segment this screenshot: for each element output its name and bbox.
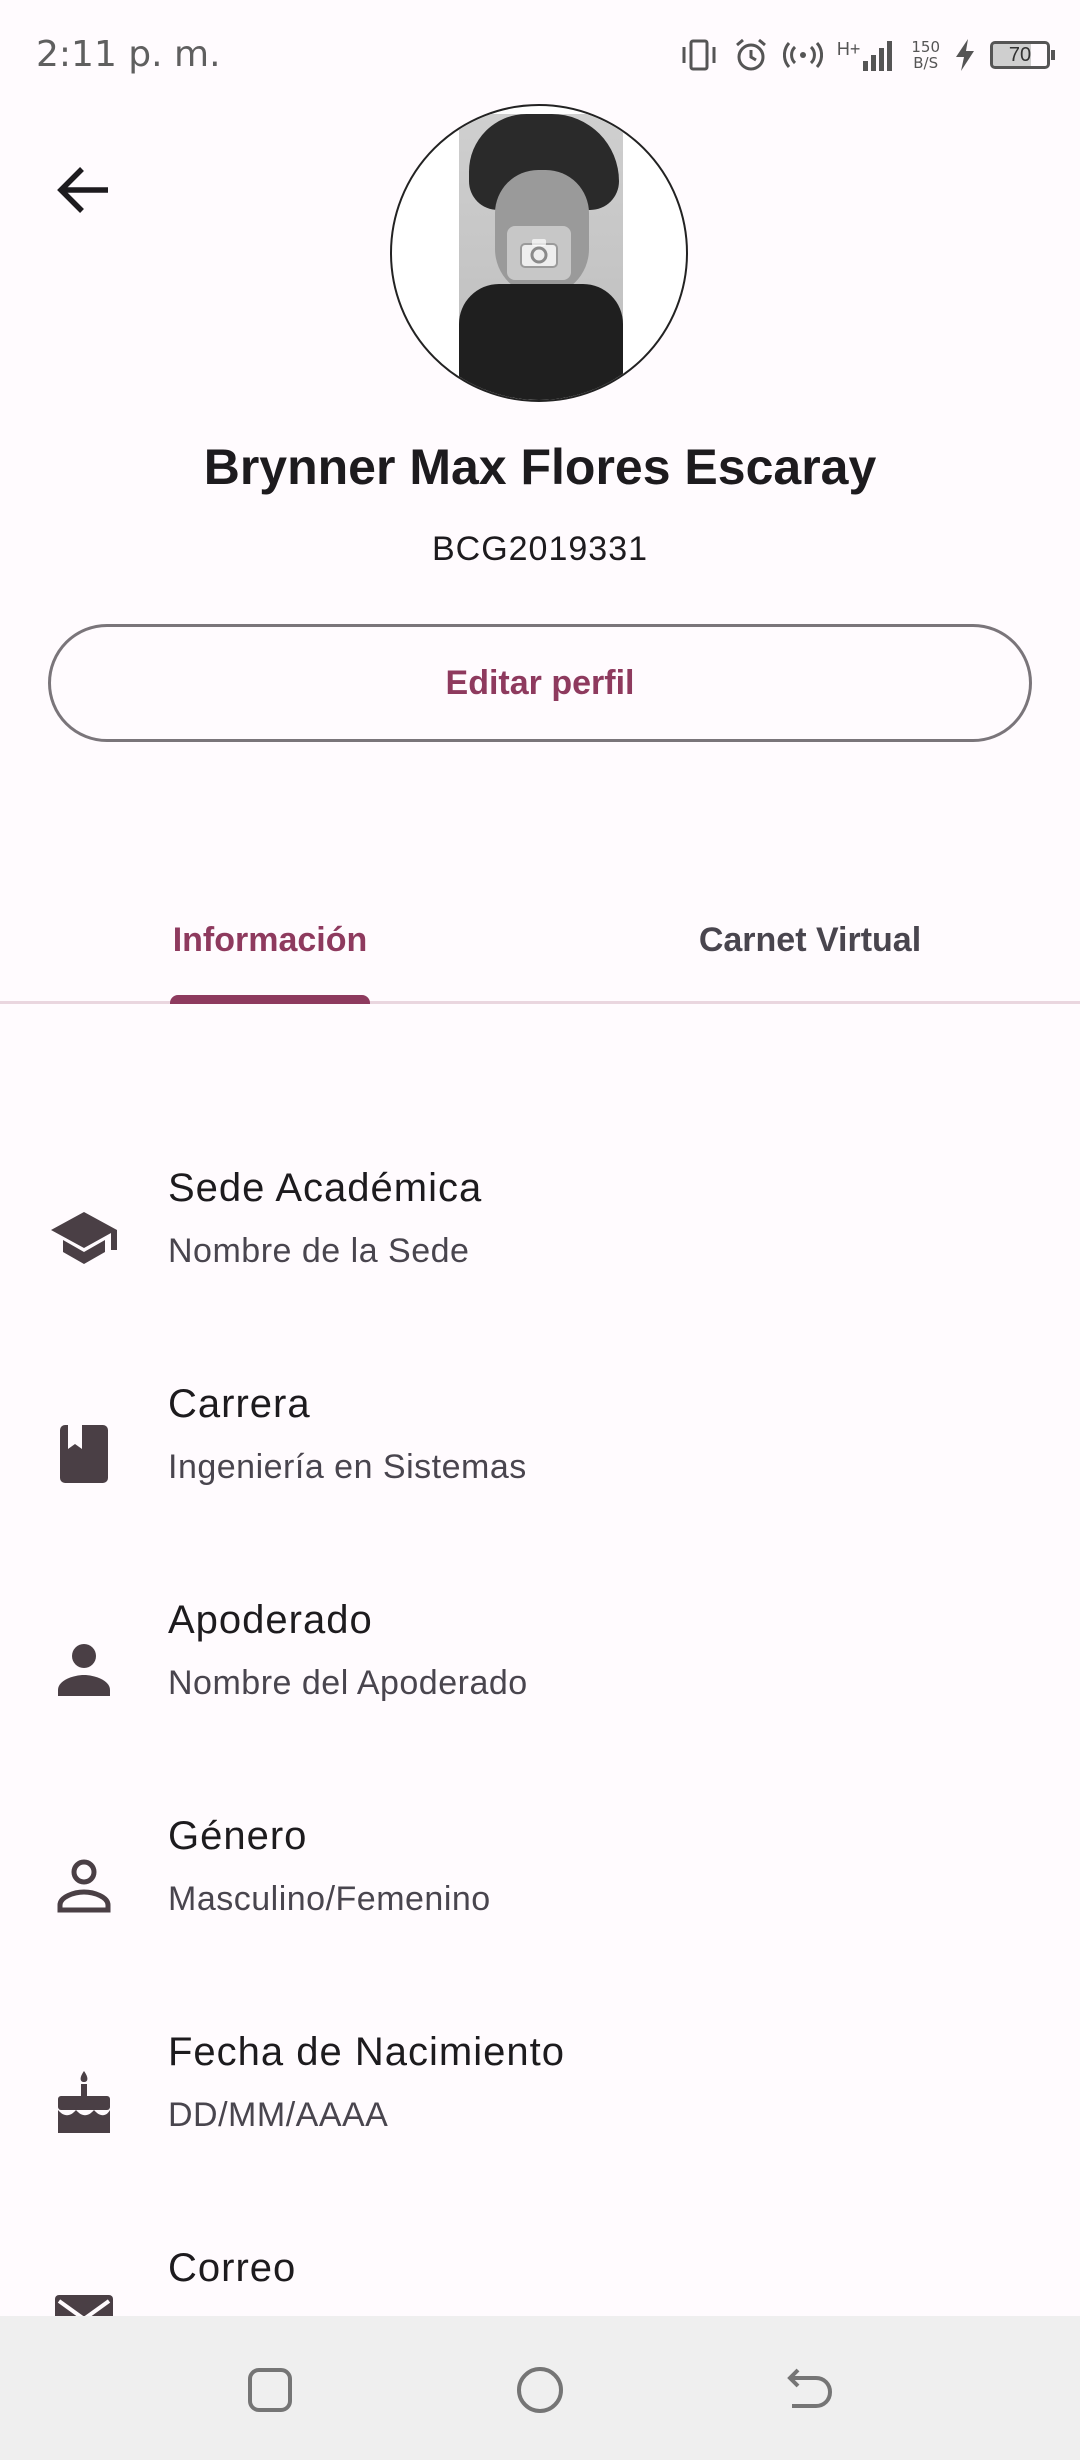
info-title: Correo xyxy=(168,2246,297,2290)
back-button[interactable] xyxy=(44,150,124,230)
info-item-carrera: Carrera Ingeniería en Sistemas xyxy=(0,1376,1080,1536)
vibrate-icon xyxy=(679,38,719,72)
info-title: Fecha de Nacimiento xyxy=(168,2030,565,2074)
speed-unit: B/S xyxy=(913,54,939,72)
info-title: Carrera xyxy=(168,1382,311,1426)
hotspot-icon xyxy=(782,40,823,70)
status-icons: H+ 150 B/S 70 xyxy=(679,30,1055,80)
info-title: Género xyxy=(168,1814,308,1858)
info-item-sede: Sede Académica Nombre de la Sede xyxy=(0,1160,1080,1320)
charging-icon xyxy=(954,39,976,71)
tab-indicator xyxy=(170,995,370,1004)
book-icon xyxy=(46,1416,122,1492)
navigation-bar xyxy=(0,2316,1080,2460)
back-icon xyxy=(787,2368,833,2408)
home-button[interactable] xyxy=(500,2350,580,2430)
info-item-fecha-nacimiento: Fecha de Nacimiento DD/MM/AAAA xyxy=(0,2024,1080,2184)
signal-icon: H+ xyxy=(837,39,898,71)
info-item-apoderado: Apoderado Nombre del Apoderado xyxy=(0,1592,1080,1752)
person-outline-icon xyxy=(46,1848,122,1924)
home-icon xyxy=(517,2367,563,2413)
info-value: Nombre del Apoderado xyxy=(168,1664,528,1702)
student-code: BCG2019331 xyxy=(431,530,649,568)
camera-icon[interactable] xyxy=(507,226,571,280)
school-icon xyxy=(46,1200,122,1276)
cake-icon xyxy=(46,2064,122,2140)
tab-carnet-virtual[interactable]: Carnet Virtual xyxy=(540,880,1080,1000)
info-value: DD/MM/AAAA xyxy=(168,2096,389,2134)
info-value: Masculino/Femenino xyxy=(168,1880,491,1918)
info-value: Ingeniería en Sistemas xyxy=(168,1448,527,1486)
info-item-genero: Género Masculino/Femenino xyxy=(0,1808,1080,1968)
tab-bar: Información Carnet Virtual xyxy=(0,880,1080,1004)
info-title: Sede Académica xyxy=(168,1166,483,1210)
alarm-icon xyxy=(733,37,769,73)
edit-profile-button[interactable]: Editar perfil xyxy=(48,624,1032,742)
status-time: 2:11 p. m. xyxy=(36,34,221,75)
profile-name: Brynner Max Flores Escaray xyxy=(203,439,877,495)
tab-informacion[interactable]: Información xyxy=(0,880,540,1000)
arrow-back-icon xyxy=(57,167,108,213)
battery-indicator: 70 xyxy=(990,41,1055,69)
person-icon xyxy=(46,1632,122,1708)
status-bar: 2:11 p. m. H+ 150 B/S 70 xyxy=(0,0,1080,110)
speed-value: 150 xyxy=(911,38,940,56)
info-value: Nombre de la Sede xyxy=(168,1232,470,1270)
info-title: Apoderado xyxy=(168,1598,373,1642)
nav-back-button[interactable] xyxy=(770,2350,850,2430)
recents-icon xyxy=(248,2368,292,2412)
recents-button[interactable] xyxy=(230,2350,310,2430)
network-speed: 150 B/S xyxy=(911,39,940,71)
avatar[interactable] xyxy=(390,104,688,402)
network-type: H+ xyxy=(836,39,861,59)
